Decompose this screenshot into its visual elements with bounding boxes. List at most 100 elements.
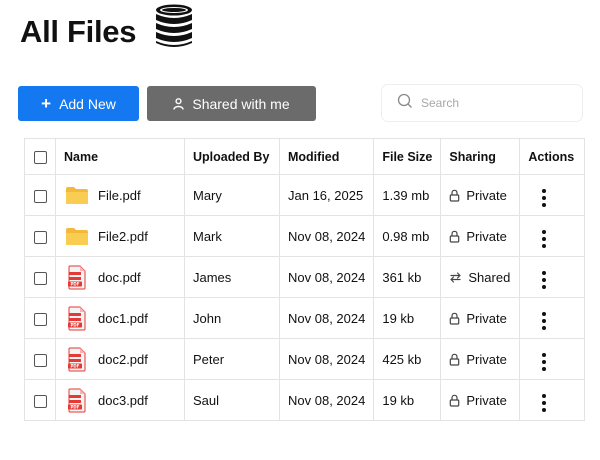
column-header-name[interactable]: Name — [55, 138, 185, 175]
file-name[interactable]: doc.pdf — [98, 270, 141, 285]
plus-icon: + — [41, 94, 52, 113]
select-all-cell — [24, 138, 56, 175]
pdf-icon: PDF — [64, 347, 90, 372]
file-name-cell[interactable]: File2.pdf — [55, 215, 185, 257]
table-row[interactable]: PDF doc3.pdf Saul Nov 08, 2024 19 kb Pri… — [24, 379, 586, 421]
file-name[interactable]: doc3.pdf — [98, 393, 148, 408]
file-name-cell[interactable]: File.pdf — [55, 174, 185, 216]
row-checkbox[interactable] — [34, 189, 47, 203]
file-name-cell[interactable]: PDF doc2.pdf — [55, 338, 185, 380]
sharing-status: Private — [466, 228, 507, 244]
table-row[interactable]: PDF doc.pdf James Nov 08, 2024 361 kb Sh… — [24, 256, 586, 298]
search-box[interactable] — [381, 84, 583, 122]
row-checkbox[interactable] — [34, 353, 47, 367]
file-size-cell: 425 kb — [373, 338, 442, 380]
file-size-cell: 361 kb — [373, 256, 442, 298]
file-size-cell: 1.39 mb — [373, 174, 442, 216]
column-header-sharing[interactable]: Sharing — [440, 138, 521, 175]
row-checkbox[interactable] — [34, 230, 47, 244]
more-options-icon[interactable] — [538, 392, 550, 414]
lock-icon — [449, 394, 460, 407]
lock-icon — [449, 189, 460, 202]
table-row[interactable]: PDF doc2.pdf Peter Nov 08, 2024 425 kb P… — [24, 338, 586, 380]
lock-icon — [449, 230, 460, 243]
shared-with-me-label: Shared with me — [192, 95, 290, 112]
svg-text:PDF: PDF — [71, 322, 80, 327]
sharing-cell: Private — [440, 338, 521, 380]
more-options-icon[interactable] — [538, 187, 550, 209]
file-name-cell[interactable]: PDF doc.pdf — [55, 256, 185, 298]
folder-icon — [64, 186, 90, 205]
file-size-cell: 19 kb — [373, 297, 442, 339]
modified-cell: Nov 08, 2024 — [278, 297, 375, 339]
add-new-button[interactable]: + Add New — [18, 86, 139, 121]
file-name-cell[interactable]: PDF doc3.pdf — [55, 379, 185, 421]
svg-text:PDF: PDF — [71, 281, 80, 286]
uploaded-by-cell: Mark — [184, 215, 280, 257]
sharing-cell: Private — [440, 379, 521, 421]
file-name[interactable]: doc1.pdf — [98, 311, 148, 326]
pdf-icon: PDF — [64, 306, 90, 331]
sharing-cell: Private — [440, 174, 521, 216]
lock-icon — [449, 353, 460, 366]
search-icon — [397, 93, 413, 114]
file-size-cell: 0.98 mb — [373, 215, 442, 257]
file-size-cell: 19 kb — [373, 379, 442, 421]
modified-cell: Nov 08, 2024 — [278, 379, 375, 421]
sharing-status: Private — [466, 351, 507, 367]
actions-cell — [519, 215, 586, 257]
actions-cell — [519, 256, 586, 298]
column-header-file-size[interactable]: File Size — [373, 138, 442, 175]
row-select-cell — [24, 174, 56, 216]
uploaded-by-cell: Peter — [184, 338, 280, 380]
select-all-checkbox[interactable] — [34, 150, 47, 164]
page-title: All Files — [20, 13, 137, 49]
table-row[interactable]: File2.pdf Mark Nov 08, 2024 0.98 mb Priv… — [24, 215, 586, 257]
row-select-cell — [24, 379, 56, 421]
file-name[interactable]: File2.pdf — [98, 229, 148, 244]
page-header: All Files — [20, 4, 194, 55]
sharing-cell: Shared — [440, 256, 521, 298]
modified-cell: Nov 08, 2024 — [278, 215, 375, 257]
table-row[interactable]: File.pdf Mary Jan 16, 2025 1.39 mb Priva… — [24, 174, 586, 216]
more-options-icon[interactable] — [538, 228, 550, 250]
files-table: Name Uploaded By Modified File Size Shar… — [24, 138, 586, 421]
sharing-status: Shared — [468, 269, 511, 285]
sharing-cell: Private — [440, 297, 521, 339]
table-row[interactable]: PDF doc1.pdf John Nov 08, 2024 19 kb Pri… — [24, 297, 586, 339]
more-options-icon[interactable] — [538, 351, 550, 373]
pdf-icon: PDF — [64, 388, 90, 413]
row-select-cell — [24, 297, 56, 339]
more-options-icon[interactable] — [538, 310, 550, 332]
shared-with-me-button[interactable]: Shared with me — [147, 86, 316, 121]
row-checkbox[interactable] — [34, 394, 47, 408]
uploaded-by-cell: Saul — [184, 379, 280, 421]
uploaded-by-cell: James — [184, 256, 280, 298]
file-name-cell[interactable]: PDF doc1.pdf — [55, 297, 185, 339]
modified-cell: Nov 08, 2024 — [278, 338, 375, 380]
search-input[interactable] — [421, 96, 571, 110]
user-icon — [173, 97, 185, 110]
column-header-uploaded-by[interactable]: Uploaded By — [184, 138, 280, 175]
pdf-icon: PDF — [64, 265, 90, 290]
add-new-label: Add New — [59, 95, 116, 112]
folder-icon — [64, 227, 90, 246]
column-header-actions: Actions — [519, 138, 586, 175]
share-icon — [449, 271, 462, 283]
file-name[interactable]: File.pdf — [98, 188, 141, 203]
uploaded-by-cell: John — [184, 297, 280, 339]
database-icon — [154, 4, 194, 55]
actions-cell — [519, 338, 586, 380]
row-select-cell — [24, 256, 56, 298]
row-select-cell — [24, 338, 56, 380]
toolbar: + Add New Shared with me — [18, 84, 584, 122]
column-header-modified[interactable]: Modified — [278, 138, 375, 175]
svg-text:PDF: PDF — [71, 363, 80, 368]
sharing-cell: Private — [440, 215, 521, 257]
row-checkbox[interactable] — [34, 271, 47, 285]
sharing-status: Private — [466, 392, 507, 408]
row-checkbox[interactable] — [34, 312, 47, 326]
actions-cell — [519, 379, 586, 421]
more-options-icon[interactable] — [538, 269, 550, 291]
file-name[interactable]: doc2.pdf — [98, 352, 148, 367]
